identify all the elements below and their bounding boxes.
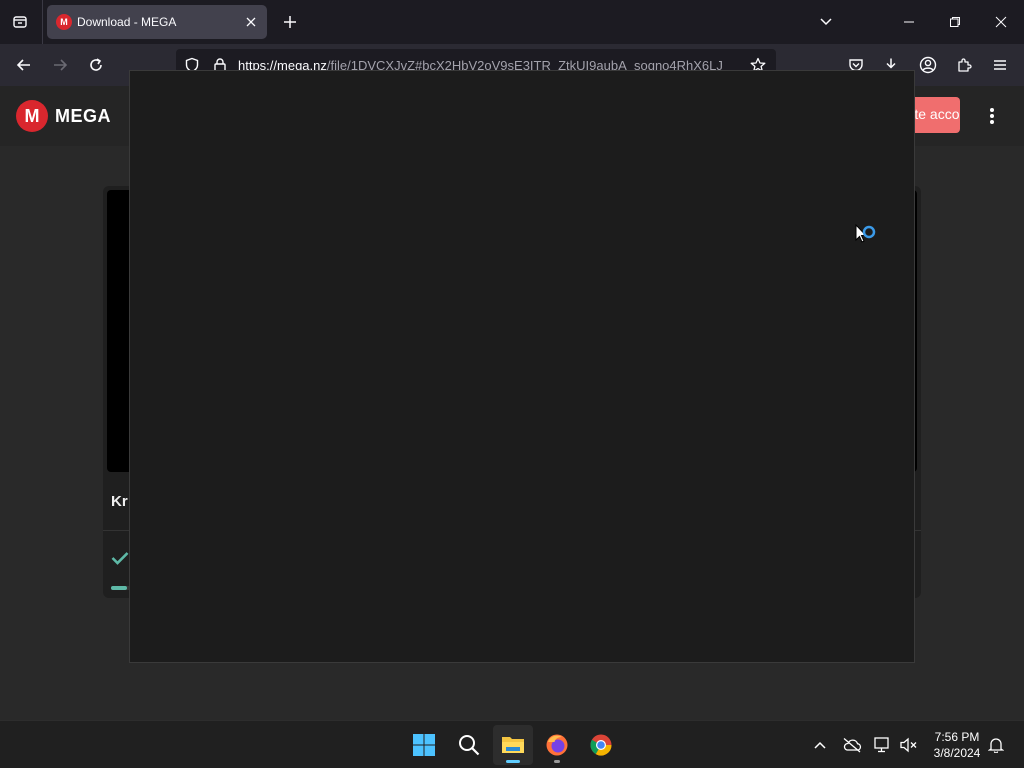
mega-favicon-icon: M [56, 14, 72, 30]
chevron-down-icon[interactable] [814, 10, 838, 34]
clock-time: 7:56 PM [934, 730, 980, 744]
running-app-indicator [554, 760, 560, 763]
windows-start-icon[interactable] [404, 725, 444, 765]
volume-muted-icon[interactable] [898, 734, 920, 756]
busy-cursor-icon [855, 223, 881, 255]
tab-download-mega[interactable]: M Download - MEGA [47, 5, 267, 39]
active-app-indicator [506, 760, 520, 763]
network-icon[interactable] [872, 734, 894, 756]
hamburger-menu-icon[interactable] [988, 53, 1012, 77]
minimize-icon[interactable] [897, 10, 921, 34]
mega-logo-icon[interactable]: M [16, 100, 48, 132]
search-icon[interactable] [449, 725, 489, 765]
notification-bell-icon[interactable] [985, 734, 1007, 756]
mega-wordmark[interactable]: MEGA [55, 106, 111, 127]
new-tab-icon[interactable] [278, 10, 302, 34]
back-arrow-icon[interactable] [12, 53, 36, 77]
account-icon[interactable] [916, 53, 940, 77]
restore-icon[interactable] [943, 10, 967, 34]
close-tab-icon[interactable] [243, 14, 259, 30]
chrome-icon[interactable] [581, 725, 621, 765]
file-name: Kr [111, 493, 128, 510]
tab-title: Download - MEGA [77, 15, 177, 29]
screen: M Download - MEGA https://mega.nz/file/1… [0, 0, 1024, 768]
checkmark-icon [111, 551, 129, 570]
windows-taskbar: 7:56 PM 3/8/2024 [0, 720, 1024, 768]
system-clock[interactable]: 7:56 PM 3/8/2024 [924, 729, 990, 761]
forward-arrow-icon[interactable] [48, 53, 72, 77]
close-window-icon[interactable] [989, 10, 1013, 34]
firefox-icon[interactable] [537, 725, 577, 765]
download-progress-fill [111, 586, 128, 590]
clock-date: 3/8/2024 [933, 746, 981, 760]
browser-tab-strip: M Download - MEGA [0, 0, 1024, 44]
reload-icon[interactable] [84, 53, 108, 77]
tab-list-icon[interactable] [8, 10, 32, 34]
blank-overlay-dialog[interactable] [129, 70, 915, 663]
extensions-puzzle-icon[interactable] [952, 53, 976, 77]
more-options-icon[interactable] [984, 104, 1000, 128]
file-explorer-icon[interactable] [493, 725, 533, 765]
chevron-up-icon[interactable] [809, 734, 831, 756]
onedrive-offline-icon[interactable] [841, 734, 863, 756]
tab-divider [42, 0, 43, 44]
